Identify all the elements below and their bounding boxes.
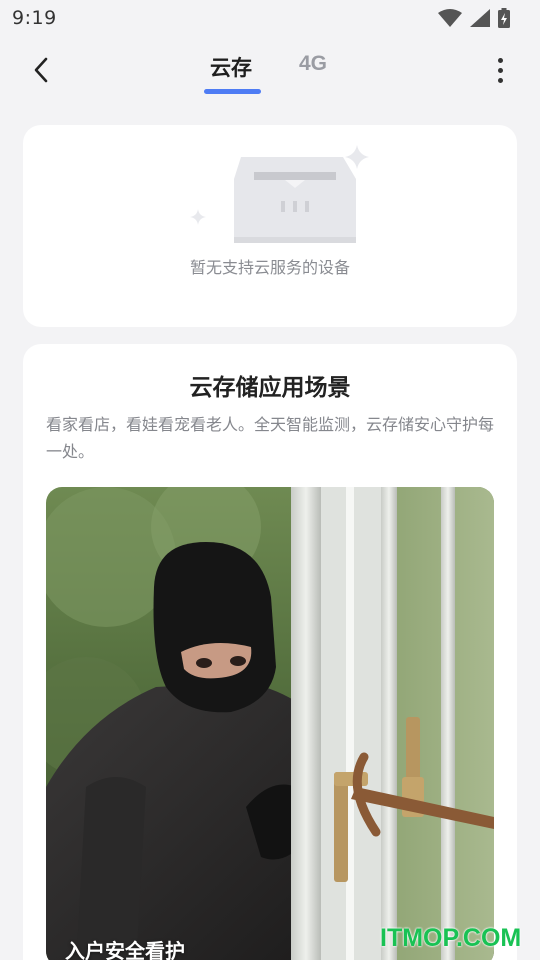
more-options-button[interactable] xyxy=(488,54,512,86)
more-dot-icon xyxy=(497,57,503,63)
burglar-at-window-image xyxy=(46,487,494,960)
back-button[interactable] xyxy=(24,50,58,90)
active-tab-indicator xyxy=(204,89,261,94)
status-bar: 9:19 xyxy=(0,0,540,36)
scenes-description: 看家看店，看娃看宠看老人。全天智能监测，云存储安心守护每一处。 xyxy=(46,415,495,461)
tab-cloud-storage[interactable]: 云存 xyxy=(210,52,252,82)
scenes-title: 云存储应用场景 xyxy=(189,375,351,401)
cellular-signal-icon xyxy=(470,9,490,27)
scene-caption: 入户安全看护 xyxy=(65,939,185,960)
status-icons xyxy=(438,8,510,28)
tab-4g[interactable]: 4G xyxy=(299,52,327,76)
battery-charging-icon xyxy=(498,8,510,28)
status-time: 9:19 xyxy=(12,7,57,29)
wifi-icon xyxy=(438,9,462,27)
cloud-storage-scenes-card: 云存储应用场景 看家看店，看娃看宠看老人。全天智能监测，云存储安心守护每一处。 xyxy=(23,344,517,960)
no-device-card: 暂无支持云服务的设备 xyxy=(23,125,517,327)
chevron-left-icon xyxy=(34,57,48,83)
app-header: 云存 4G xyxy=(0,40,540,100)
scene-photo-home-security[interactable]: 入户安全看护 xyxy=(46,487,494,960)
empty-box-illustration xyxy=(190,145,369,243)
empty-state-text: 暂无支持云服务的设备 xyxy=(189,258,350,277)
more-dot-icon xyxy=(497,77,503,83)
more-dot-icon xyxy=(497,67,503,73)
watermark-text: ITMOP.COM xyxy=(380,924,522,952)
